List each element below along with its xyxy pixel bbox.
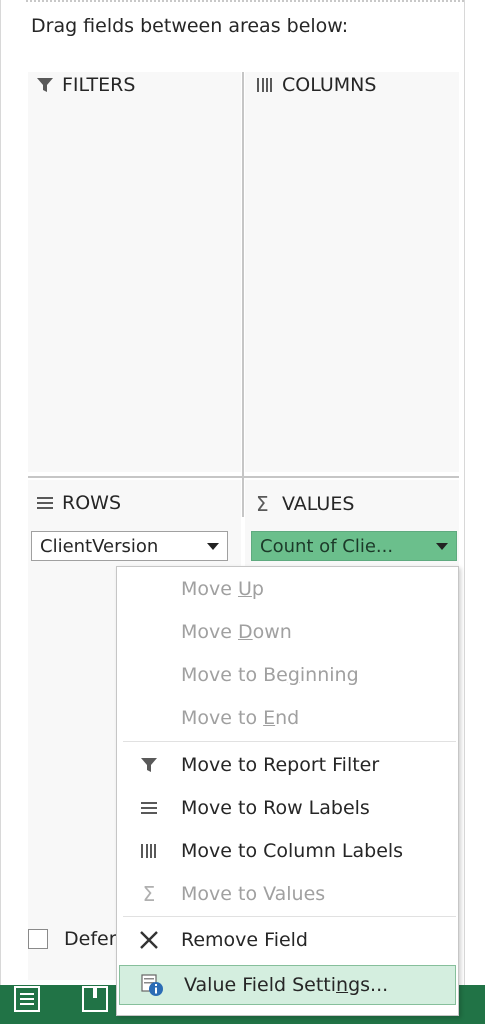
rows-header: ROWS bbox=[36, 492, 121, 514]
rows-icon bbox=[36, 495, 62, 511]
menu-item-label: Move to Values bbox=[181, 883, 326, 905]
pane-left-border bbox=[0, 0, 1, 985]
menu-item-move-to-beginning: Move to Beginning bbox=[117, 655, 458, 695]
menu-item-remove-field[interactable]: Remove Field bbox=[117, 920, 458, 960]
values-field-label: Count of Clie... bbox=[260, 535, 394, 557]
menu-item-label: Move to Beginning bbox=[181, 664, 359, 686]
values-label: VALUES bbox=[282, 493, 355, 515]
defer-label: Defer bbox=[64, 928, 117, 950]
menu-item-label: Move Up bbox=[181, 578, 264, 600]
menu-separator bbox=[123, 741, 456, 742]
page-layout-view-icon[interactable] bbox=[82, 986, 108, 1012]
menu-separator bbox=[123, 916, 456, 917]
field-settings-icon bbox=[120, 973, 184, 997]
menu-item-label: Remove Field bbox=[181, 929, 308, 951]
values-header: Σ VALUES bbox=[256, 492, 354, 516]
drag-instruction: Drag fields between areas below: bbox=[31, 15, 349, 37]
menu-item-value-field-settings[interactable]: Value Field Settings... bbox=[119, 965, 456, 1005]
filters-area[interactable] bbox=[28, 72, 241, 472]
close-icon bbox=[117, 929, 181, 951]
pane-right-border bbox=[464, 0, 465, 1000]
normal-view-icon[interactable] bbox=[14, 986, 40, 1012]
dropdown-caret-icon[interactable] bbox=[436, 542, 448, 550]
filter-icon bbox=[36, 76, 62, 94]
defer-checkbox[interactable] bbox=[28, 929, 48, 949]
menu-item-move-to-row-labels[interactable]: Move to Row Labels bbox=[117, 788, 458, 828]
menu-item-move-to-column-labels[interactable]: Move to Column Labels bbox=[117, 831, 458, 871]
field-context-menu: Move Up Move Down Move to Beginning Move to… bbox=[116, 566, 459, 1016]
columns-area[interactable] bbox=[245, 72, 459, 472]
pane-top-border bbox=[26, 0, 464, 4]
menu-item-move-to-report-filter[interactable]: Move to Report Filter bbox=[117, 745, 458, 785]
area-divider-vertical bbox=[242, 72, 244, 517]
menu-item-label: Move to Column Labels bbox=[181, 840, 404, 862]
values-field-count[interactable]: Count of Clie... bbox=[251, 531, 457, 561]
defer-layout-update[interactable]: Defer bbox=[28, 928, 117, 950]
menu-item-label: Move Down bbox=[181, 621, 292, 643]
menu-item-label: Move to End bbox=[181, 707, 300, 729]
filters-header: FILTERS bbox=[36, 74, 135, 96]
menu-item-label: Value Field Settings... bbox=[184, 974, 389, 996]
columns-icon bbox=[117, 843, 181, 859]
area-divider-horizontal bbox=[28, 476, 459, 478]
menu-item-move-up: Move Up bbox=[117, 569, 458, 609]
menu-item-label: Move to Row Labels bbox=[181, 797, 370, 819]
menu-item-move-down: Move Down bbox=[117, 612, 458, 652]
sigma-icon: Σ bbox=[256, 492, 269, 516]
menu-item-move-to-end: Move to End bbox=[117, 698, 458, 738]
columns-header: COLUMNS bbox=[256, 74, 376, 96]
menu-item-move-to-values: Σ Move to Values bbox=[117, 874, 458, 914]
sigma-icon: Σ bbox=[142, 882, 156, 906]
columns-label: COLUMNS bbox=[282, 74, 377, 96]
dropdown-caret-icon[interactable] bbox=[207, 542, 219, 550]
columns-icon bbox=[256, 77, 282, 93]
filters-label: FILTERS bbox=[62, 74, 136, 96]
rows-label: ROWS bbox=[62, 492, 122, 514]
menu-item-label: Move to Report Filter bbox=[181, 754, 380, 776]
filter-icon bbox=[117, 756, 181, 774]
rows-icon bbox=[117, 800, 181, 816]
rows-field-clientversion[interactable]: ClientVersion bbox=[31, 531, 228, 561]
rows-field-label: ClientVersion bbox=[40, 535, 159, 557]
